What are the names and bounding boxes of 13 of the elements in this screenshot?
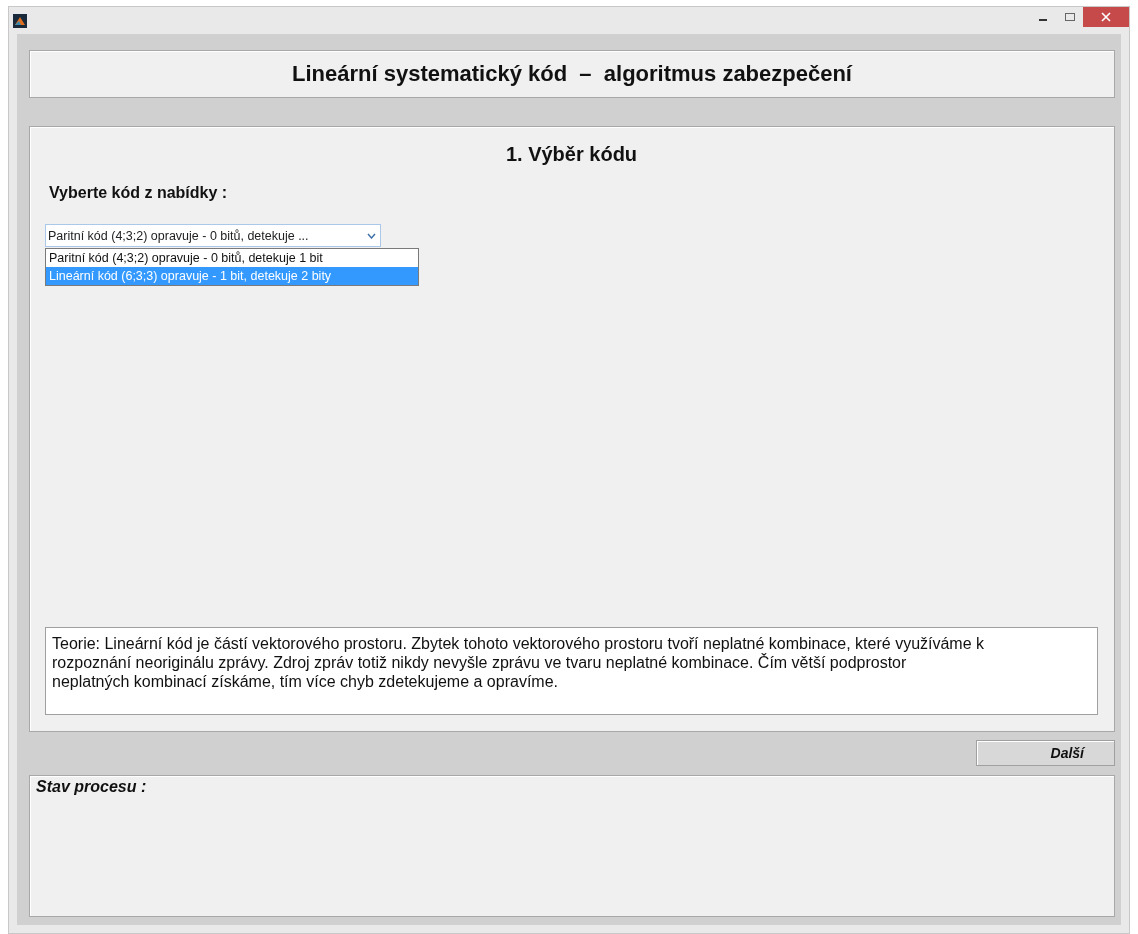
theory-text: Teorie: Lineární kód je částí vektorového prostoru. Zbytek tohoto vektorového prostoru tvoří neplatné kombinace, které využíváme k rozpoznání neoriginálu zprávy. Zdroj zpráv totiž nikdy nevyšle zprávu ve tvaru neplatné kombinace. Čím větší podprostor neplatných kombinací získáme, tím více chyb zdetekujeme a opravíme. xyxy=(45,627,1098,715)
close-button[interactable] xyxy=(1083,7,1129,27)
code-dropdown[interactable]: Paritní kód (4;3;2) opravuje - 0 bitů, detekuje ... xyxy=(45,224,381,247)
app-title: Lineární systematický kód – algoritmus zabezpečení xyxy=(29,50,1115,98)
status-title: Stav procesu : xyxy=(36,778,148,796)
step-title: 1. Výběr kódu xyxy=(505,143,638,166)
maximize-icon xyxy=(1065,12,1075,22)
chevron-icon xyxy=(367,232,376,239)
next-button[interactable]: Další xyxy=(976,740,1115,766)
close-icon xyxy=(1101,12,1111,22)
minimize-icon xyxy=(1039,19,1047,21)
app-icon xyxy=(13,13,27,28)
prompt-label: Vyberte kód z nabídky : xyxy=(49,184,229,202)
